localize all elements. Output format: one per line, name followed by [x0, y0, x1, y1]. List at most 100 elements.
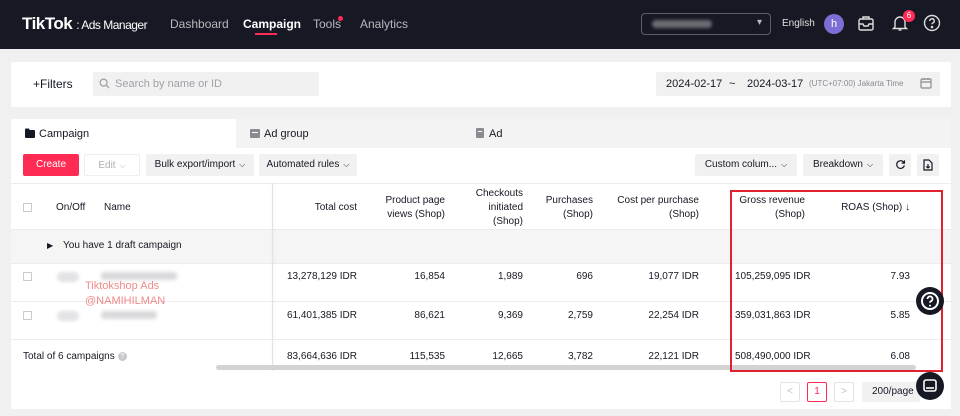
bulk-export-import-button[interactable]: Bulk export/import ⌵ — [146, 154, 254, 176]
automated-rules-button[interactable]: Automated rules ⌵ — [259, 154, 357, 176]
cell-ppv: 16,854 — [414, 271, 445, 282]
select-all-checkbox[interactable] — [23, 203, 32, 212]
tab-campaign[interactable]: Campaign — [11, 119, 236, 148]
nav-dashboard[interactable]: Dashboard — [170, 17, 229, 31]
col-header-onoff: On/Off — [56, 202, 86, 213]
brand-name: TikTok — [22, 14, 73, 33]
draft-campaign-notice[interactable]: You have 1 draft campaign — [63, 240, 182, 251]
tab-ad-group-label: Ad group — [264, 128, 309, 140]
edit-button[interactable]: Edit ⌵ — [84, 154, 140, 176]
date-start: 2024-02-17 — [666, 78, 723, 90]
status-toggle[interactable] — [57, 311, 79, 321]
date-range-picker[interactable]: 2024-02-17 ~ 2024-03-17 (UTC+07:00) Jaka… — [656, 72, 940, 96]
custom-columns-label: Custom colum... — [704, 159, 778, 170]
calendar-icon — [920, 78, 932, 89]
page-number-1[interactable]: 1 — [807, 382, 827, 402]
level-tabs: Campaign Ad group Ad — [11, 119, 951, 148]
date-separator: ~ — [729, 78, 736, 90]
help-float-button[interactable] — [916, 287, 944, 315]
chevron-down-icon: ⌵ — [343, 160, 350, 169]
total-total-cost: 83,664,636 IDR — [286, 351, 357, 362]
next-page-button[interactable]: > — [834, 382, 854, 402]
row-checkbox[interactable] — [23, 272, 32, 281]
cell-purchases: 2,759 — [567, 310, 593, 321]
chevron-down-icon: ⌵ — [781, 160, 788, 169]
account-selector[interactable]: ▾ — [641, 13, 771, 35]
total-cost-per-purchase: 22,121 IDR — [648, 351, 699, 362]
col-header-checkouts-line2: initiated — [488, 202, 523, 213]
export-button[interactable] — [917, 154, 939, 176]
total-ppv: 115,535 — [409, 351, 445, 362]
chat-float-button[interactable] — [916, 372, 944, 400]
cell-cost-per-purchase: 19,077 IDR — [648, 271, 699, 282]
prev-page-button[interactable]: < — [780, 382, 800, 402]
tab-ad[interactable]: Ad — [461, 119, 686, 148]
highlight-annotation-box — [730, 190, 943, 372]
chevron-down-icon: ⌵ — [119, 161, 126, 170]
col-header-checkouts[interactable]: Checkouts initiated (Shop) — [451, 187, 523, 229]
question-icon — [921, 292, 939, 310]
nav-active-indicator — [255, 33, 277, 35]
col-header-cpp-line2: (Shop) — [668, 209, 699, 220]
table-toolbar: Create Edit ⌵ Bulk export/import ⌵ Automat… — [11, 154, 951, 178]
fixed-column-divider — [272, 183, 273, 371]
info-icon[interactable]: ? — [117, 351, 127, 361]
col-header-checkouts-line1: Checkouts — [475, 188, 523, 199]
ad-icon — [476, 128, 484, 138]
col-header-product-page-views[interactable]: Product page views (Shop) — [367, 194, 446, 222]
top-nav: TikTok: Ads Manager Dashboard Campaign T… — [0, 0, 960, 49]
total-purchases: 3,782 — [567, 351, 593, 362]
nav-campaign[interactable]: Campaign — [243, 17, 301, 31]
chat-icon — [923, 379, 937, 392]
download-file-icon — [923, 159, 933, 171]
filters-button[interactable]: +Filters — [33, 77, 73, 91]
custom-columns-button[interactable]: Custom colum... ⌵ — [695, 154, 797, 176]
col-header-purchases[interactable]: Purchases (Shop) — [527, 194, 593, 222]
campaign-name-redacted[interactable] — [101, 311, 157, 319]
table-top-border — [11, 183, 951, 184]
help-icon[interactable] — [923, 14, 941, 32]
col-header-ppv-line2: views (Shop) — [387, 209, 445, 220]
tab-ad-label: Ad — [489, 128, 503, 140]
cell-total-cost: 61,401,385 IDR — [286, 310, 357, 321]
tab-ad-group[interactable]: Ad group — [236, 119, 461, 148]
create-label: Create — [35, 159, 66, 170]
status-toggle[interactable] — [57, 272, 79, 282]
total-label-text: Total of 6 campaigns — [23, 351, 115, 362]
nav-analytics[interactable]: Analytics — [360, 17, 408, 31]
refresh-button[interactable] — [889, 154, 911, 176]
cell-total-cost: 13,278,129 IDR — [286, 271, 357, 282]
search-input[interactable] — [115, 72, 315, 96]
chevron-down-icon: ⌵ — [239, 160, 246, 169]
bulk-label: Bulk export/import — [154, 159, 236, 170]
nav-tools[interactable]: Tools — [313, 17, 341, 31]
page-size-select[interactable]: 200/page — [862, 382, 920, 402]
tab-campaign-label: Campaign — [39, 128, 90, 140]
watermark-line2: @NAMIHILMAN — [85, 295, 166, 307]
caret-right-icon[interactable]: ▶ — [47, 241, 53, 250]
avatar[interactable]: h — [824, 14, 844, 34]
cell-checkouts: 1,989 — [497, 271, 523, 282]
row-checkbox[interactable] — [23, 311, 32, 320]
account-name-redacted — [652, 20, 712, 28]
breakdown-button[interactable]: Breakdown ⌵ — [803, 154, 883, 176]
create-button[interactable]: Create — [23, 154, 79, 176]
tools-new-dot — [338, 16, 343, 21]
language-selector[interactable]: English — [782, 18, 815, 29]
col-header-purchases-line2: (Shop) — [562, 209, 593, 220]
inbox-icon[interactable] — [857, 14, 875, 32]
watermark: Tiktokshop Ads @NAMIHILMAN — [85, 279, 165, 309]
col-header-name[interactable]: Name — [104, 201, 131, 215]
col-header-checkouts-line3: (Shop) — [492, 216, 523, 227]
col-header-purchases-line1: Purchases — [545, 195, 593, 206]
cell-cost-per-purchase: 22,254 IDR — [648, 310, 699, 321]
col-header-cpp-line1: Cost per purchase — [617, 195, 699, 206]
breakdown-label: Breakdown — [812, 159, 863, 170]
col-header-total-cost[interactable]: Total cost — [281, 201, 357, 215]
filter-bar: +Filters 2024-02-17 ~ 2024-03-17 (UTC+07… — [11, 62, 951, 107]
search-icon — [99, 78, 110, 89]
brand-subtitle: : Ads Manager — [76, 18, 148, 32]
cell-purchases: 696 — [576, 271, 593, 282]
col-header-cost-per-purchase[interactable]: Cost per purchase (Shop) — [601, 194, 699, 222]
brand-logo[interactable]: TikTok: Ads Manager — [22, 14, 148, 34]
